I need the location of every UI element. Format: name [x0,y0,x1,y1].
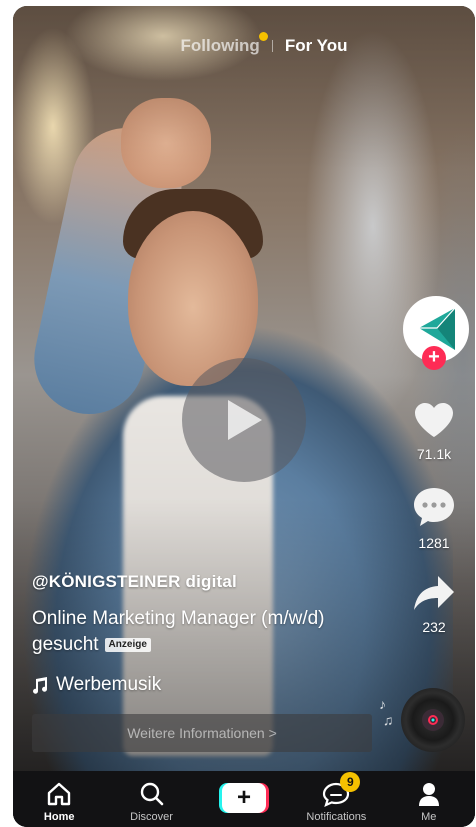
music-note-icon [33,677,48,694]
floating-notes-icon: ♪ ♫ [379,696,394,728]
music-info[interactable]: Werbemusik [32,674,392,696]
post-description-text: Online Marketing Manager (m/w/d) gesucht [32,608,325,655]
profile-icon [418,783,439,806]
music-title: Werbemusik [56,674,162,695]
nav-me-label: Me [421,811,437,823]
tab-divider [271,40,273,52]
share-arrow-icon [414,576,454,610]
ad-badge: Anzeige [104,637,151,652]
like-count: 71.1k [416,446,452,462]
tab-following-label: Following [180,36,260,55]
comment-button[interactable]: 1281 [399,486,469,551]
create-button[interactable]: + [221,783,266,813]
home-icon [47,782,71,806]
nav-me[interactable]: Me [389,778,469,823]
share-button[interactable]: 232 [399,574,469,635]
phone-screen: Following For You + 71.1k 1281 232 @KÖNI… [13,6,475,827]
new-content-dot [258,32,268,41]
tab-for-you[interactable]: For You [285,36,348,56]
creator-username[interactable]: @KÖNIGSTEINER digital [32,572,392,592]
music-disc[interactable] [401,688,465,752]
feed-tabs: Following For You [13,32,475,56]
nav-home-label: Home [43,811,75,823]
share-count: 232 [422,619,446,635]
disc-center-icon [422,709,444,731]
follow-button[interactable]: + [422,346,446,370]
nav-discover[interactable]: Discover [112,778,192,823]
comment-count: 1281 [418,535,450,551]
nav-notifications-label: Notifications [306,811,367,823]
like-button[interactable]: 71.1k [399,401,469,462]
bottom-navigation: Home Discover + 9 Notifications Me [13,771,475,827]
nav-discover-label: Discover [130,811,173,823]
more-info-button[interactable]: Weitere Informationen > [32,714,372,752]
heart-icon [415,403,453,437]
post-caption: @KÖNIGSTEINER digital Online Marketing M… [32,572,392,696]
play-button[interactable] [182,358,306,482]
nav-create[interactable]: + [204,783,284,823]
comment-icon [414,488,454,526]
search-icon [140,782,163,806]
play-icon [228,400,262,440]
tab-following[interactable]: Following [180,32,268,56]
post-description: Online Marketing Manager (m/w/d) gesucht… [32,606,392,658]
nav-home[interactable]: Home [19,778,99,823]
nav-notifications[interactable]: 9 Notifications [296,772,376,823]
